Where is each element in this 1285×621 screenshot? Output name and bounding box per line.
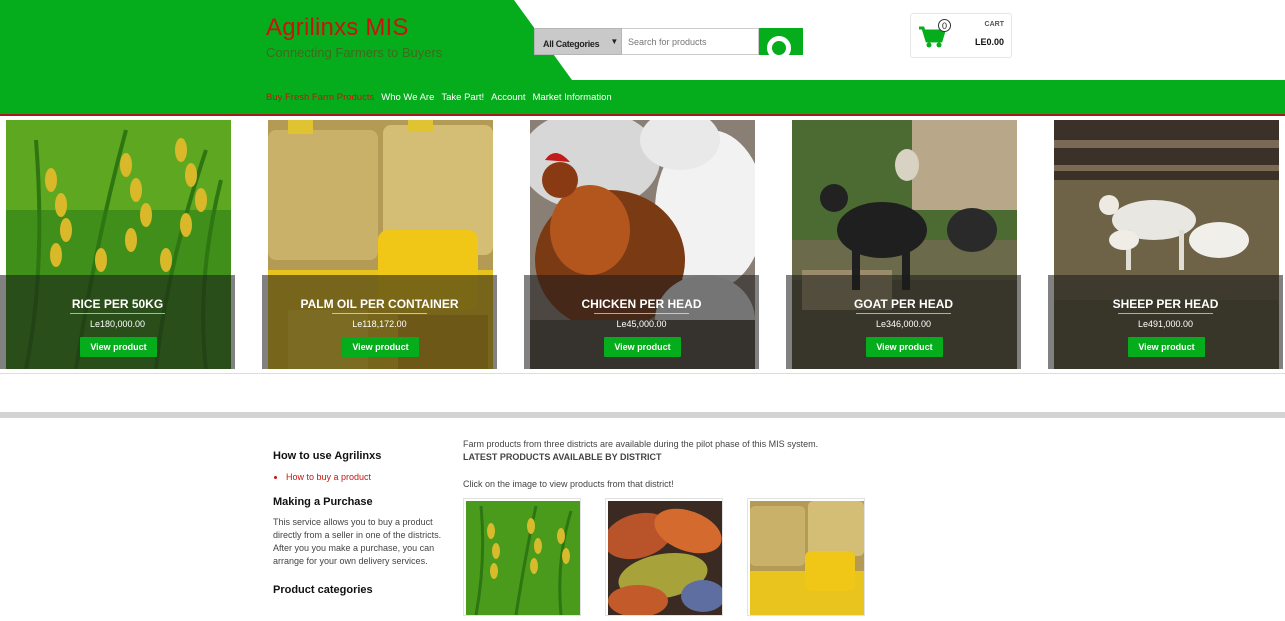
- section-divider: [0, 412, 1285, 418]
- view-product-button[interactable]: View product: [604, 337, 681, 357]
- search-icon: [767, 36, 791, 55]
- featured-products: RICE PER 50KG Le180,000.00 View product …: [0, 118, 1285, 374]
- cart-count-badge: 0: [938, 19, 951, 32]
- title-underline: [332, 313, 427, 314]
- product-card[interactable]: CHICKEN PER HEAD Le45,000.00 View produc…: [524, 120, 759, 369]
- howto-link[interactable]: How to buy a product: [286, 472, 448, 482]
- nav-item-buy-fresh[interactable]: Buy Fresh Farm Products: [266, 92, 374, 103]
- title-underline: [594, 313, 689, 314]
- intro-text: Farm products from three districts are a…: [463, 439, 819, 449]
- view-product-button[interactable]: View product: [80, 337, 157, 357]
- district-thumbnail-rice[interactable]: [463, 498, 581, 616]
- title-underline: [70, 313, 165, 314]
- product-name[interactable]: PALM OIL PER CONTAINER: [262, 297, 497, 311]
- product-price: Le491,000.00: [1137, 319, 1194, 329]
- nav-item-account[interactable]: Account: [491, 92, 525, 103]
- search-input[interactable]: Search for products: [622, 28, 759, 55]
- view-product-button[interactable]: View product: [1128, 337, 1205, 357]
- nav-item-market-information[interactable]: Market Information: [533, 92, 612, 103]
- product-name[interactable]: CHICKEN PER HEAD: [524, 297, 759, 311]
- dropdown-arrow-icon: ▼: [610, 37, 618, 46]
- district-thumbnails: [463, 498, 883, 618]
- main-nav: Buy Fresh Farm Products Who We Are Take …: [266, 92, 612, 103]
- nav-bar: [0, 80, 1285, 114]
- title-underline: [856, 313, 951, 314]
- product-name[interactable]: SHEEP PER HEAD: [1048, 297, 1283, 311]
- product-price: Le346,000.00: [875, 319, 932, 329]
- cart-widget[interactable]: 0 CART LE0.00: [910, 13, 1012, 58]
- product-price: Le45,000.00: [616, 319, 667, 329]
- sidebar: How to use Agrilinxs How to buy a produc…: [273, 450, 448, 596]
- nav-item-take-part[interactable]: Take Part!: [441, 92, 484, 103]
- title-underline: [1118, 313, 1213, 314]
- purchase-heading: Making a Purchase: [273, 496, 373, 508]
- purchase-text: This service allows you to buy a product…: [273, 517, 442, 566]
- cart-label: CART: [984, 21, 1004, 28]
- site-tagline: Connecting Farmers to Buyers: [266, 45, 443, 60]
- howto-heading: How to use Agrilinxs: [273, 450, 382, 462]
- product-card[interactable]: SHEEP PER HEAD Le491,000.00 View product: [1048, 120, 1283, 369]
- product-name[interactable]: GOAT PER HEAD: [786, 297, 1021, 311]
- product-card[interactable]: GOAT PER HEAD Le346,000.00 View product: [786, 120, 1021, 369]
- product-name[interactable]: RICE PER 50KG: [0, 297, 235, 311]
- search-button[interactable]: [759, 28, 803, 55]
- site-title[interactable]: Agrilinxs MIS: [266, 14, 409, 42]
- district-thumbnail-palm-oil[interactable]: [747, 498, 865, 616]
- district-thumbnail-cocoa[interactable]: [605, 498, 723, 616]
- product-card[interactable]: RICE PER 50KG Le180,000.00 View product: [0, 120, 235, 369]
- categories-heading: Product categories: [273, 584, 373, 596]
- nav-item-who-we-are[interactable]: Who We Are: [381, 92, 434, 103]
- main-content: Farm products from three districts are a…: [463, 439, 963, 616]
- view-product-button[interactable]: View product: [866, 337, 943, 357]
- howto-list: How to buy a product: [286, 472, 448, 482]
- latest-heading: LATEST PRODUCTS AVAILABLE BY DISTRICT: [463, 452, 662, 462]
- cart-total: LE0.00: [974, 37, 1004, 47]
- product-price: Le118,172.00: [352, 319, 407, 329]
- search-form: All Categories ▼ Search for products: [534, 28, 803, 55]
- category-select[interactable]: All Categories ▼: [534, 28, 622, 55]
- product-price: Le180,000.00: [89, 319, 146, 329]
- view-product-button[interactable]: View product: [342, 337, 419, 357]
- site-header: Agrilinxs MIS Connecting Farmers to Buye…: [0, 0, 1285, 117]
- click-instruction: Click on the image to view products from…: [463, 479, 674, 489]
- product-card[interactable]: PALM OIL PER CONTAINER Le118,172.00 View…: [262, 120, 497, 369]
- header-divider: [0, 114, 1285, 116]
- category-select-value: All Categories: [543, 39, 600, 49]
